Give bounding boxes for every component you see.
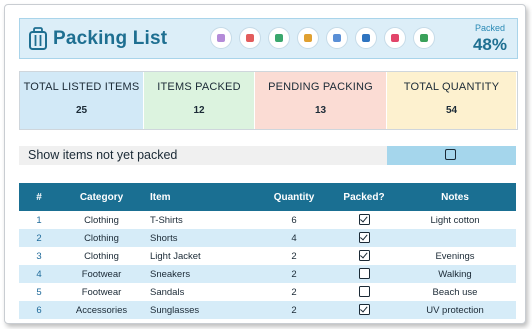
packing-list-window: Packing List Packed 48% TOTAL LISTED ITE… xyxy=(4,4,526,324)
stat-label: PENDING PACKING xyxy=(268,81,373,93)
cell-num: 3 xyxy=(19,247,59,265)
stat-label: TOTAL LISTED ITEMS xyxy=(23,81,140,93)
luggage-icon xyxy=(29,27,47,50)
stat-value: 12 xyxy=(193,105,205,116)
settings-icon[interactable] xyxy=(210,27,232,49)
settings-icon-glyph xyxy=(217,34,225,42)
cell-item: Shorts xyxy=(144,229,254,247)
cell-quantity: 4 xyxy=(254,229,334,247)
money-bag-icon[interactable] xyxy=(297,27,319,49)
table-row[interactable]: 6 Accessories Sunglasses 2 UV protection xyxy=(19,301,516,319)
cell-quantity: 2 xyxy=(254,265,334,283)
clipboard-icon[interactable] xyxy=(355,27,377,49)
stat-card: PENDING PACKING 13 xyxy=(255,72,387,129)
column-header[interactable]: Notes xyxy=(394,183,516,211)
table-header-row: # Category Item Quantity Packed? Notes xyxy=(19,183,516,211)
cell-category: Clothing xyxy=(59,247,144,265)
table-row[interactable]: 4 Footwear Sneakers 2 Walking xyxy=(19,265,516,283)
cell-notes: Light cotton xyxy=(394,211,516,229)
cell-category: Footwear xyxy=(59,265,144,283)
cell-num: 5 xyxy=(19,283,59,301)
cell-category: Footwear xyxy=(59,283,144,301)
packed-cell xyxy=(334,301,394,319)
stat-card: TOTAL QUANTITY 54 xyxy=(387,72,517,129)
cell-category: Accessories xyxy=(59,301,144,319)
packed-label: Packed xyxy=(474,23,505,33)
cell-quantity: 2 xyxy=(254,283,334,301)
cell-notes: Evenings xyxy=(394,247,516,265)
tag-icon-glyph xyxy=(420,34,428,42)
globe-icon-glyph xyxy=(275,34,283,42)
cell-item: Sunglasses xyxy=(144,301,254,319)
money-bag-icon-glyph xyxy=(304,34,312,42)
airplane-icon-glyph xyxy=(246,34,254,42)
packed-checkbox[interactable] xyxy=(358,268,370,280)
table-row[interactable]: 5 Footwear Sandals 2 Beach use xyxy=(19,283,516,301)
column-header[interactable]: Item xyxy=(144,183,254,211)
app-title: Packing List xyxy=(53,28,168,49)
table-row[interactable]: 1 Clothing T-Shirts 6 Light cotton xyxy=(19,211,516,229)
clipboard-icon-glyph xyxy=(362,34,370,42)
stat-label: TOTAL QUANTITY xyxy=(403,81,500,93)
cell-item: T-Shirts xyxy=(144,211,254,229)
packed-cell xyxy=(334,229,394,247)
cell-item: Light Jacket xyxy=(144,247,254,265)
cell-notes xyxy=(394,229,516,247)
stat-value: 54 xyxy=(445,105,458,116)
cell-quantity: 2 xyxy=(254,301,334,319)
stat-card: ITEMS PACKED 12 xyxy=(144,72,255,129)
cell-quantity: 2 xyxy=(254,247,334,265)
airplane-icon[interactable] xyxy=(239,27,261,49)
ticket-icon[interactable] xyxy=(384,27,406,49)
cell-quantity: 6 xyxy=(254,211,334,229)
tag-icon[interactable] xyxy=(413,27,435,49)
column-header[interactable]: Packed? xyxy=(334,183,394,211)
packed-checkbox[interactable] xyxy=(358,232,370,244)
filter-checkbox[interactable] xyxy=(445,149,456,160)
cell-notes: UV protection xyxy=(394,301,516,319)
app-header: Packing List Packed 48% xyxy=(19,18,518,59)
column-header[interactable]: Quantity xyxy=(254,183,334,211)
packed-percent: 48% xyxy=(472,35,507,54)
cell-num: 2 xyxy=(19,229,59,247)
cell-num: 6 xyxy=(19,301,59,319)
cell-category: Clothing xyxy=(59,229,144,247)
packing-table: # Category Item Quantity Packed? Notes 1 Cloth… xyxy=(19,183,516,319)
packed-checkbox[interactable] xyxy=(358,286,370,298)
packed-checkbox[interactable] xyxy=(358,304,370,316)
packed-cell xyxy=(334,247,394,265)
stat-label: ITEMS PACKED xyxy=(157,81,241,93)
column-header[interactable]: Category xyxy=(59,183,144,211)
stat-value: 13 xyxy=(314,105,327,116)
filter-row: Show items not yet packed xyxy=(19,146,516,165)
stat-card: TOTAL LISTED ITEMS 25 xyxy=(20,72,144,129)
packed-cell xyxy=(334,265,394,283)
calendar-icon-glyph xyxy=(333,34,341,42)
column-header[interactable]: # xyxy=(19,183,59,211)
globe-icon[interactable] xyxy=(268,27,290,49)
filter-toggle-cell[interactable] xyxy=(387,146,516,165)
cell-notes: Beach use xyxy=(394,283,516,301)
cell-item: Sandals xyxy=(144,283,254,301)
packed-checkbox[interactable] xyxy=(358,214,370,226)
stat-value: 25 xyxy=(75,105,88,116)
filter-label: Show items not yet packed xyxy=(28,148,178,162)
packed-cell xyxy=(334,211,394,229)
cell-num: 1 xyxy=(19,211,59,229)
cell-num: 4 xyxy=(19,265,59,283)
ticket-icon-glyph xyxy=(391,34,399,42)
table-row[interactable]: 2 Clothing Shorts 4 xyxy=(19,229,516,247)
packed-cell xyxy=(334,283,394,301)
stats-panel: TOTAL LISTED ITEMS 25 ITEMS PACKED 12 PENDIN… xyxy=(19,71,518,130)
cell-notes: Walking xyxy=(394,265,516,283)
calendar-icon[interactable] xyxy=(326,27,348,49)
packed-checkbox[interactable] xyxy=(358,250,370,262)
cell-item: Sneakers xyxy=(144,265,254,283)
cell-category: Clothing xyxy=(59,211,144,229)
table-row[interactable]: 3 Clothing Light Jacket 2 Evenings xyxy=(19,247,516,265)
